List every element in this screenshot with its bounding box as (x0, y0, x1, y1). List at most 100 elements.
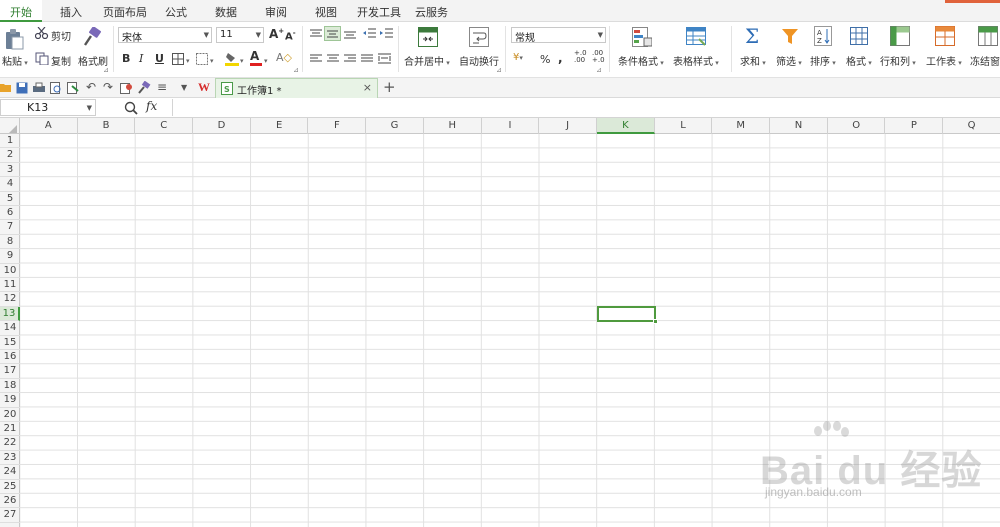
column-header-q[interactable]: Q (943, 118, 1000, 134)
paste-special-icon[interactable] (120, 82, 133, 94)
column-header-f[interactable]: F (309, 118, 367, 134)
increase-indent-icon[interactable] (380, 28, 393, 40)
new-tab-icon[interactable]: + (383, 78, 396, 96)
row-header-24[interactable]: 24 (0, 465, 20, 480)
borders-icon[interactable] (172, 53, 184, 65)
tab-insert[interactable]: 插入 (60, 4, 82, 20)
row-header-12[interactable]: 12 (0, 292, 20, 307)
row-header-4[interactable]: 4 (0, 177, 20, 192)
column-header-m[interactable]: M (712, 118, 771, 134)
row-header-9[interactable]: 9 (0, 249, 20, 264)
row-header-20[interactable]: 20 (0, 408, 20, 422)
cell-area[interactable] (20, 134, 1000, 527)
document-tab[interactable]: S 工作簿1 * × (215, 78, 378, 98)
align-top-icon[interactable] (310, 29, 322, 39)
column-header-b[interactable]: B (78, 118, 136, 134)
tab-page-layout[interactable]: 页面布局 (103, 4, 147, 20)
tab-developer[interactable]: 开发工具 (357, 4, 401, 20)
increase-font-button[interactable]: A+ (269, 27, 284, 41)
more-icon[interactable]: ≡ (157, 80, 167, 94)
tab-view[interactable]: 视图 (315, 4, 337, 20)
tab-data[interactable]: 数据 (215, 4, 237, 20)
name-box[interactable]: K13 ▼ (0, 99, 96, 116)
customize-dropdown-icon[interactable]: ▼ (181, 83, 187, 92)
column-header-n[interactable]: N (770, 118, 828, 134)
font-color-dropdown-icon[interactable]: ▾ (264, 55, 268, 66)
row-header-25[interactable]: 25 (0, 480, 20, 494)
row-header-8[interactable]: 8 (0, 235, 20, 250)
row-header-1[interactable]: 1 (0, 134, 20, 149)
number-format-select[interactable]: 常规 ▼ (511, 27, 606, 44)
row-header-6[interactable]: 6 (0, 206, 20, 221)
format-painter-small-icon[interactable] (138, 81, 151, 94)
active-cell-cursor[interactable] (597, 306, 658, 324)
save-icon[interactable] (16, 82, 28, 94)
insert-function-button[interactable]: fx (146, 99, 157, 113)
column-header-h[interactable]: H (424, 118, 482, 134)
redo-icon[interactable]: ↷ (103, 80, 113, 94)
column-header-p[interactable]: P (886, 118, 944, 134)
column-header-l[interactable]: L (655, 118, 713, 134)
fill-color-dropdown-icon[interactable]: ▾ (240, 55, 244, 66)
increase-decimal-icon[interactable]: +.0.00 (574, 50, 587, 64)
row-header-26[interactable]: 26 (0, 494, 20, 509)
thousands-separator-button[interactable]: , (558, 51, 563, 65)
tab-review[interactable]: 审阅 (265, 4, 287, 20)
align-left-icon[interactable] (310, 54, 322, 64)
fill-color-icon[interactable] (225, 51, 239, 66)
row-header-14[interactable]: 14 (0, 321, 20, 336)
justify-icon[interactable] (361, 54, 373, 64)
align-bottom-icon[interactable] (344, 29, 356, 39)
decrease-decimal-icon[interactable]: .00 +.0 (592, 50, 605, 64)
fill-handle[interactable] (653, 319, 658, 324)
decrease-font-button[interactable]: A- (285, 29, 296, 42)
undo-icon[interactable]: ↶ (86, 80, 96, 94)
clear-format-icon[interactable]: A◇ (276, 51, 292, 64)
currency-format-icon[interactable]: ¥▾ (513, 52, 523, 63)
decrease-indent-icon[interactable] (363, 28, 376, 40)
row-header-21[interactable]: 21 (0, 422, 20, 437)
row-header-10[interactable]: 10 (0, 264, 20, 278)
italic-button[interactable]: I (139, 52, 143, 65)
alignment-launcher-icon[interactable]: ⊿ (496, 66, 502, 74)
row-header-18[interactable]: 18 (0, 379, 20, 394)
align-middle-button[interactable] (324, 26, 341, 41)
font-color-icon[interactable]: A (250, 50, 262, 66)
percent-style-button[interactable]: % (540, 53, 550, 66)
underline-button[interactable]: U (155, 52, 164, 65)
export-pdf-icon[interactable] (67, 82, 79, 94)
clipboard-launcher-icon[interactable]: ⊿ (103, 66, 109, 74)
row-header-13[interactable]: 13 (0, 306, 20, 322)
row-header-7[interactable]: 7 (0, 220, 20, 235)
distributed-align-icon[interactable] (378, 53, 391, 65)
formula-input[interactable] (172, 99, 1000, 116)
column-header-j[interactable]: J (539, 118, 597, 134)
row-header-15[interactable]: 15 (0, 336, 20, 350)
tab-cloud-service[interactable]: 云服务 (415, 4, 448, 20)
row-header-27[interactable]: 27 (0, 508, 20, 523)
row-header-2[interactable]: 2 (0, 148, 20, 163)
tab-home[interactable]: 开始 (0, 0, 42, 22)
close-tab-icon[interactable]: × (363, 81, 372, 94)
column-header-k[interactable]: K (597, 118, 655, 134)
column-header-i[interactable]: I (482, 118, 540, 134)
row-header-5[interactable]: 5 (0, 192, 20, 206)
print-icon[interactable] (33, 82, 45, 94)
borders-dropdown-icon[interactable]: ▾ (186, 55, 190, 66)
wps-logo-icon[interactable]: W (198, 80, 210, 95)
row-header-23[interactable]: 23 (0, 451, 20, 466)
font-name-select[interactable]: 宋体 ▼ (118, 27, 212, 44)
select-all-corner[interactable] (0, 118, 20, 134)
row-header-16[interactable]: 16 (0, 350, 20, 365)
row-header-22[interactable]: 22 (0, 436, 20, 451)
open-folder-icon[interactable] (0, 82, 12, 93)
column-header-o[interactable]: O (828, 118, 886, 134)
zoom-magnifier-icon[interactable] (124, 101, 138, 115)
tab-formulas[interactable]: 公式 (165, 4, 187, 20)
row-header-3[interactable]: 3 (0, 163, 20, 178)
column-header-g[interactable]: G (366, 118, 424, 134)
align-right-icon[interactable] (344, 54, 356, 64)
column-header-a[interactable]: A (20, 118, 78, 134)
row-header-17[interactable]: 17 (0, 364, 20, 379)
bold-button[interactable]: B (122, 52, 130, 65)
